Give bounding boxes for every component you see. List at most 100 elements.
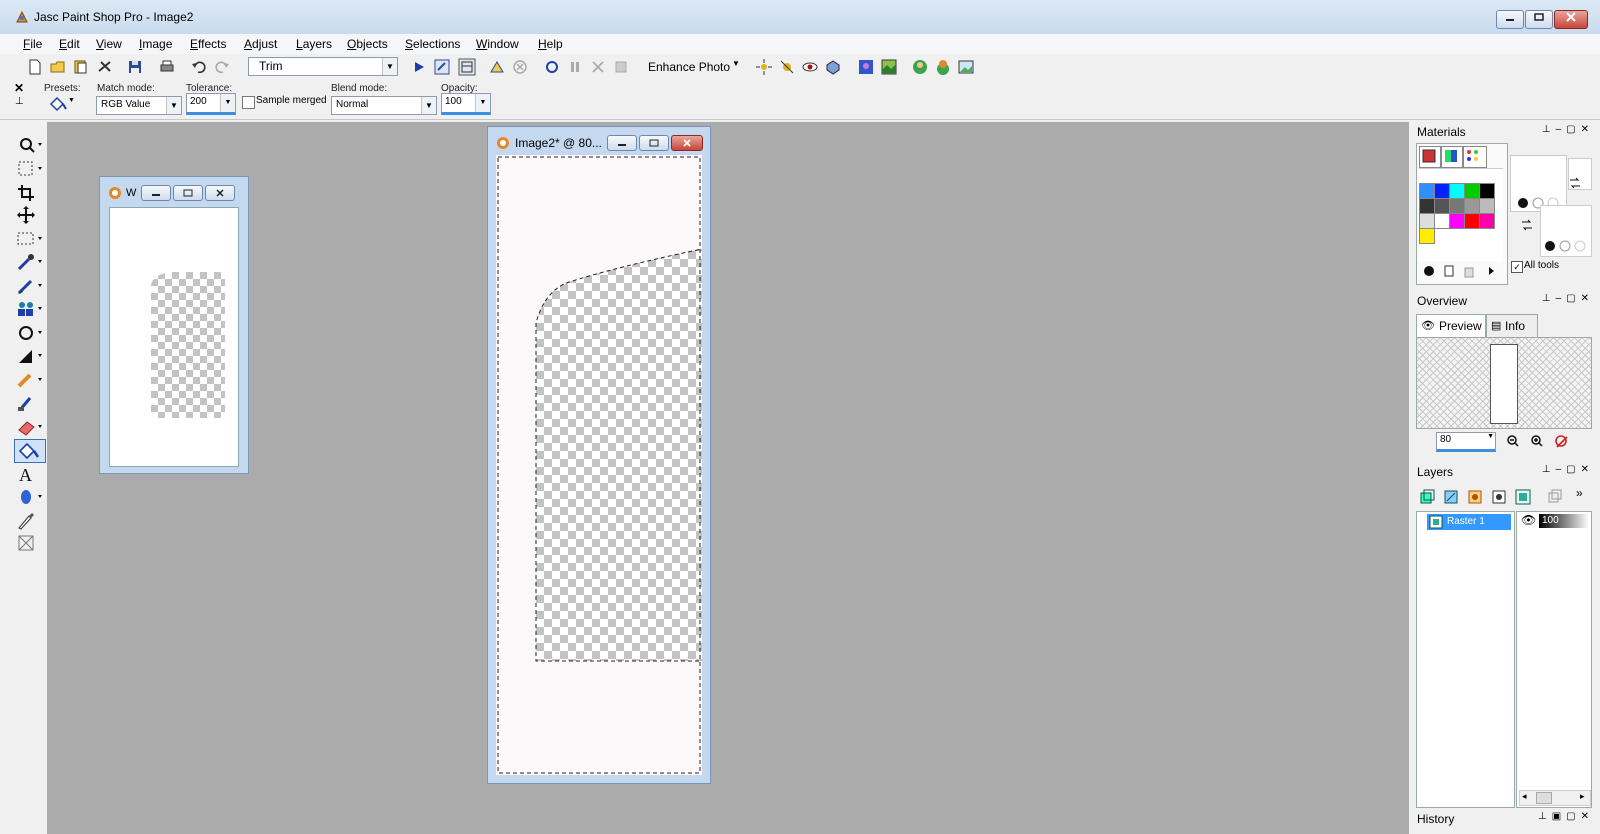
pen-tool-icon[interactable] — [15, 511, 43, 531]
zoom-tool-icon[interactable] — [15, 135, 43, 155]
smudge-tool-icon[interactable] — [15, 370, 43, 390]
all-tools-checkbox[interactable]: ✓ — [1511, 261, 1523, 273]
script-editor-icon[interactable] — [433, 58, 451, 76]
tolerance-input[interactable]: 200 ▼ — [186, 93, 236, 115]
save-icon[interactable] — [126, 58, 144, 76]
start-recording-icon[interactable] — [543, 58, 561, 76]
redo-icon[interactable] — [213, 58, 231, 76]
close-options-icon[interactable]: ✕ — [14, 81, 24, 95]
pause-icon[interactable] — [566, 58, 584, 76]
preview-tab[interactable]: 👁 Preview — [1416, 314, 1486, 338]
rainbow-tab[interactable] — [1441, 146, 1463, 168]
layer-row-raster-1[interactable]: Raster 1 — [1427, 514, 1511, 530]
overview-zoom-input[interactable]: 80 ▼ — [1436, 432, 1496, 452]
info-tab[interactable]: ▤ Info — [1486, 314, 1538, 338]
open-folder-icon[interactable] — [49, 58, 67, 76]
swatch[interactable] — [1479, 198, 1495, 214]
palette-controls[interactable]: ⊥▣▢✕ — [1538, 811, 1594, 822]
restore-button[interactable] — [1525, 10, 1553, 29]
new-adjustment-layer-icon[interactable] — [1466, 488, 1484, 506]
swatch[interactable] — [1479, 213, 1495, 229]
material-style-icons[interactable] — [1544, 239, 1590, 253]
trash-icon[interactable] — [1461, 263, 1477, 279]
text-tool-icon[interactable]: A — [15, 464, 43, 484]
swatch[interactable] — [1464, 198, 1480, 214]
move-tool-icon[interactable] — [15, 205, 43, 225]
menu-adjust[interactable]: Adjust — [244, 37, 277, 51]
stop-icon[interactable] — [589, 58, 607, 76]
swatch[interactable] — [1464, 213, 1480, 229]
image-minimize-button[interactable] — [607, 135, 637, 151]
dropper-tool-icon[interactable] — [15, 252, 43, 272]
new-layer-icon[interactable] — [1418, 488, 1436, 506]
red-eye-icon[interactable] — [801, 58, 819, 76]
script-select[interactable]: Trim ▼ — [248, 57, 398, 76]
crop-tool-icon[interactable] — [15, 183, 43, 203]
selection-tool-icon[interactable] — [15, 229, 43, 249]
new-mask-layer-icon[interactable] — [1490, 488, 1508, 506]
swatches-tab[interactable] — [1463, 146, 1487, 168]
palette-controls[interactable]: ⊥–▢✕ — [1542, 124, 1594, 135]
menu-image[interactable]: Image — [139, 37, 172, 51]
cancel-script-icon[interactable] — [511, 58, 529, 76]
pin-icon[interactable]: ⊥ — [15, 96, 24, 107]
close-button[interactable] — [1554, 10, 1588, 29]
save-script-icon[interactable] — [612, 58, 630, 76]
menu-selections[interactable]: Selections — [405, 37, 460, 51]
eraser-tool-icon[interactable] — [15, 417, 43, 437]
overview-preview-area[interactable] — [1416, 337, 1592, 429]
new-vector-layer-icon[interactable] — [1442, 488, 1460, 506]
swap-arrows-icon[interactable] — [1568, 176, 1582, 190]
swatch[interactable] — [1434, 198, 1450, 214]
palette-controls[interactable]: ⊥–▢✕ — [1542, 464, 1594, 475]
scanner-icon[interactable] — [96, 58, 114, 76]
warp-brush-tool-icon[interactable] — [15, 533, 43, 553]
visibility-eye-icon[interactable]: 👁 — [1521, 513, 1536, 527]
record-script-icon[interactable] — [488, 58, 506, 76]
undo-icon[interactable] — [190, 58, 208, 76]
portrait-icon[interactable] — [857, 58, 875, 76]
menu-edit[interactable]: Edit — [59, 37, 80, 51]
blend-mode-select[interactable]: Normal ▼ — [331, 96, 437, 115]
image-document-window[interactable]: Image2* @ 80... — [487, 126, 711, 784]
paint-brush-tool-icon[interactable] — [15, 276, 43, 296]
swap-arrows-icon[interactable] — [1520, 218, 1534, 232]
scroll-right-icon[interactable]: ▸ — [1580, 791, 1585, 802]
thumbnail-document-window[interactable]: W — [99, 176, 249, 474]
overview-viewport[interactable] — [1490, 344, 1518, 424]
toggle-interactive-icon[interactable] — [458, 58, 476, 76]
duplicate-layer-icon[interactable] — [1546, 488, 1564, 506]
image-restore-button[interactable] — [639, 135, 669, 151]
opacity-input[interactable]: 100 ▼ — [441, 93, 491, 115]
swatch[interactable] — [1419, 198, 1435, 214]
flood-fill-tool-button[interactable] — [14, 439, 46, 463]
swatch[interactable] — [1449, 213, 1465, 229]
image-canvas[interactable] — [496, 155, 702, 775]
menu-objects[interactable]: Objects — [347, 37, 388, 51]
document-icon[interactable] — [1441, 263, 1457, 279]
swatch[interactable] — [1419, 213, 1435, 229]
zoom-out-icon[interactable] — [1506, 434, 1520, 448]
swatch[interactable] — [1449, 183, 1465, 199]
preset-shape-tool-icon[interactable] — [15, 487, 43, 507]
frame-tab[interactable] — [1419, 146, 1441, 168]
menu-help[interactable]: Help — [538, 37, 563, 51]
thumbnail-canvas[interactable] — [109, 207, 239, 467]
circle-icon[interactable] — [1421, 263, 1437, 279]
menu-file[interactable]: File — [23, 37, 42, 51]
print-icon[interactable] — [158, 58, 176, 76]
swatch[interactable] — [1479, 183, 1495, 199]
thumbnail-restore-button[interactable] — [173, 185, 203, 201]
image-close-button[interactable] — [671, 135, 703, 151]
menu-window[interactable]: Window — [476, 37, 519, 51]
swatch[interactable] — [1464, 183, 1480, 199]
zoom-actual-icon[interactable] — [1554, 434, 1570, 450]
scroll-thumb[interactable] — [1536, 792, 1552, 804]
clarify-icon[interactable] — [824, 58, 842, 76]
flood-fill-preset-icon[interactable] — [48, 95, 68, 113]
thumbnail-minimize-button[interactable] — [141, 185, 171, 201]
dodge-tool-icon[interactable] — [15, 346, 43, 366]
swatch[interactable] — [1419, 228, 1435, 244]
play-icon[interactable] — [1483, 263, 1499, 279]
swatch[interactable] — [1434, 183, 1450, 199]
